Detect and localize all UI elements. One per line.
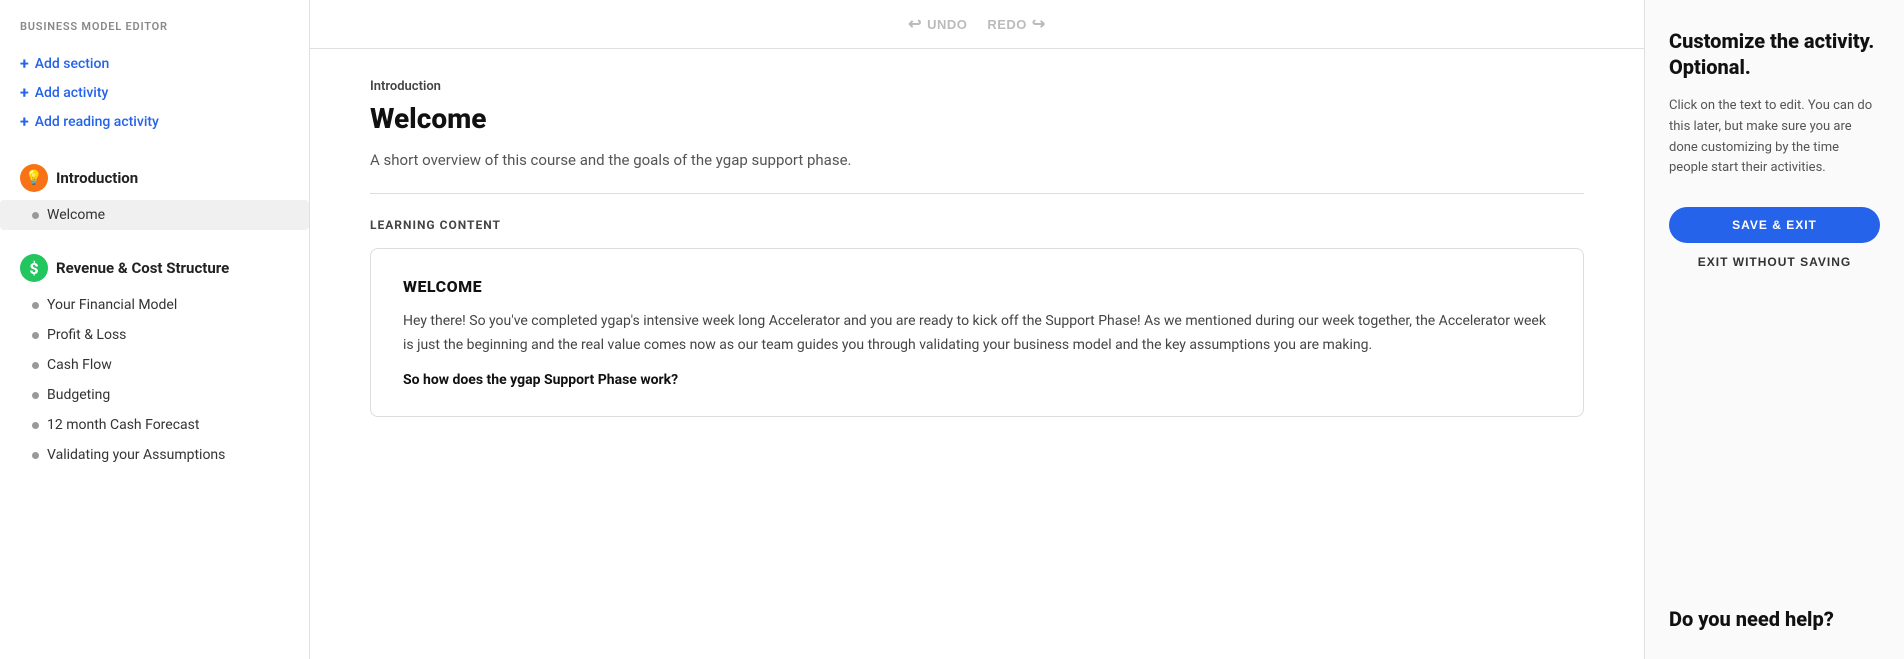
dot-icon	[32, 302, 39, 309]
exit-no-save-button[interactable]: EXIT WITHOUT SAVING	[1669, 255, 1880, 269]
revenue-icon: $	[20, 254, 48, 282]
revenue-cost-section-label: Revenue & Cost Structure	[56, 259, 229, 277]
sidebar-section-introduction: 💡 Introduction Welcome	[0, 156, 309, 246]
plus-icon: +	[20, 112, 29, 131]
sidebar-item-welcome[interactable]: Welcome	[0, 200, 309, 230]
toolbar: ↩ UNDO REDO ↪	[310, 0, 1644, 49]
add-reading-activity-label: Add reading activity	[35, 114, 159, 130]
budgeting-label: Budgeting	[47, 387, 110, 403]
redo-label: REDO	[987, 17, 1027, 32]
add-activity-button[interactable]: + Add activity	[20, 78, 289, 107]
add-section-button[interactable]: + Add section	[20, 49, 289, 78]
content-area: Introduction Welcome A short overview of…	[310, 49, 1644, 659]
right-panel-title: Customize the activity. Optional.	[1669, 28, 1880, 80]
cash-flow-label: Cash Flow	[47, 357, 112, 373]
sidebar-header: BUSINESS MODEL EDITOR	[0, 20, 309, 49]
introduction-section-label: Introduction	[56, 169, 138, 187]
dot-icon	[32, 392, 39, 399]
welcome-label: Welcome	[47, 207, 105, 223]
sidebar-section-revenue-cost-header[interactable]: $ Revenue & Cost Structure	[0, 246, 309, 290]
right-panel-description: Click on the text to edit. You can do th…	[1669, 96, 1880, 179]
dot-icon	[32, 452, 39, 459]
plus-icon: +	[20, 83, 29, 102]
sidebar-item-financial-model[interactable]: Your Financial Model	[0, 290, 309, 320]
redo-icon: ↪	[1032, 14, 1046, 34]
sidebar-item-validating-assumptions[interactable]: Validating your Assumptions	[0, 440, 309, 470]
undo-button[interactable]: ↩ UNDO	[908, 14, 967, 34]
sidebar-section-introduction-header[interactable]: 💡 Introduction	[0, 156, 309, 200]
right-panel: Customize the activity. Optional. Click …	[1644, 0, 1904, 659]
dot-icon	[32, 362, 39, 369]
sidebar-item-cash-flow[interactable]: Cash Flow	[0, 350, 309, 380]
financial-model-label: Your Financial Model	[47, 297, 177, 313]
page-title: Welcome	[370, 102, 1584, 135]
content-intro-label: Introduction	[370, 79, 1584, 94]
page-description: A short overview of this course and the …	[370, 151, 1584, 169]
sidebar-item-cash-forecast[interactable]: 12 month Cash Forecast	[0, 410, 309, 440]
add-reading-activity-button[interactable]: + Add reading activity	[20, 107, 289, 136]
learning-content-label: LEARNING CONTENT	[370, 218, 1584, 232]
sidebar: BUSINESS MODEL EDITOR + Add section + Ad…	[0, 0, 310, 659]
dot-icon	[32, 212, 39, 219]
welcome-card-title: WELCOME	[403, 277, 1551, 296]
welcome-card-body: Hey there! So you've completed ygap's in…	[403, 310, 1551, 358]
redo-button[interactable]: REDO ↪	[987, 14, 1045, 34]
undo-icon: ↩	[908, 14, 922, 34]
save-exit-button[interactable]: SAVE & EXIT	[1669, 207, 1880, 243]
sidebar-section-revenue-cost: $ Revenue & Cost Structure Your Financia…	[0, 246, 309, 486]
sidebar-item-budgeting[interactable]: Budgeting	[0, 380, 309, 410]
add-activity-label: Add activity	[35, 85, 109, 101]
sidebar-item-profit-loss[interactable]: Profit & Loss	[0, 320, 309, 350]
profit-loss-label: Profit & Loss	[47, 327, 126, 343]
help-title: Do you need help?	[1669, 607, 1880, 631]
main-content: ↩ UNDO REDO ↪ Introduction Welcome A sho…	[310, 0, 1644, 659]
plus-icon: +	[20, 54, 29, 73]
welcome-card: WELCOME Hey there! So you've completed y…	[370, 248, 1584, 417]
introduction-icon: 💡	[20, 164, 48, 192]
dot-icon	[32, 422, 39, 429]
dot-icon	[32, 332, 39, 339]
validating-assumptions-label: Validating your Assumptions	[47, 447, 225, 463]
content-divider	[370, 193, 1584, 194]
cash-forecast-label: 12 month Cash Forecast	[47, 417, 199, 433]
sidebar-actions: + Add section + Add activity + Add readi…	[0, 49, 309, 136]
undo-label: UNDO	[927, 17, 967, 32]
add-section-label: Add section	[35, 56, 110, 72]
welcome-card-subheading: So how does the ygap Support Phase work?	[403, 372, 1551, 388]
